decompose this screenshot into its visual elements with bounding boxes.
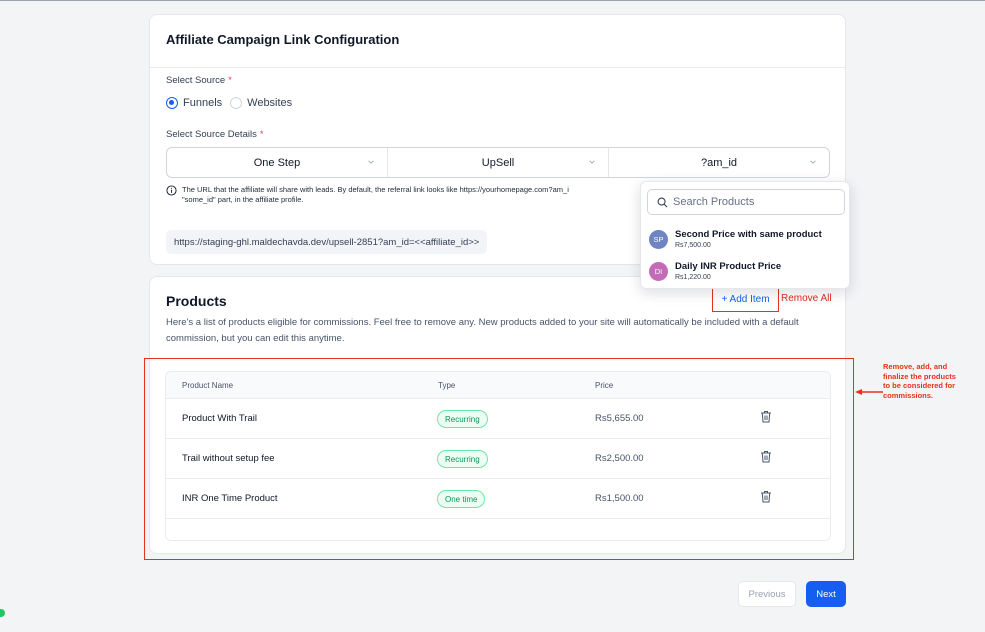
option-name: Daily INR Product Price (675, 261, 782, 272)
radio-funnels[interactable] (166, 97, 178, 109)
option-price: Rs1,220.00 (675, 274, 711, 281)
avatar: SP (649, 230, 668, 249)
source-details-label: Select Source Details * (166, 129, 264, 140)
products-description: Here's a list of products eligible for c… (166, 317, 799, 344)
status-indicator (0, 609, 5, 617)
source-details-selects: One Step UpSell ?am_id (166, 147, 830, 178)
radio-funnels-label[interactable]: Funnels (183, 97, 222, 109)
annotation-text: Remove, add, and finalize the products t… (883, 362, 956, 400)
funnel-select-value: One Step (253, 156, 301, 169)
arrow-left-icon (855, 389, 883, 395)
chevron-down-icon (810, 160, 816, 164)
option-price: Rs7,500.00 (675, 242, 711, 249)
products-title: Products (166, 293, 227, 309)
dropdown-option[interactable]: SP Second Price with same product Rs7,50… (649, 229, 822, 250)
source-radio-group: Funnels Websites (166, 97, 300, 109)
divider (150, 67, 845, 68)
radio-websites[interactable] (230, 97, 243, 109)
param-select-value: ?am_id (700, 156, 738, 169)
top-border (0, 0, 985, 1)
annotation-highlight-box (144, 358, 854, 560)
add-item-button[interactable]: + Add Item (712, 287, 779, 312)
search-products-input[interactable]: Search Products (647, 189, 845, 215)
info-icon (166, 185, 177, 196)
dropdown-option[interactable]: DI Daily INR Product Price Rs1,220.00 (649, 261, 781, 282)
chevron-down-icon (368, 160, 374, 164)
search-placeholder: Search Products (673, 196, 755, 208)
funnel-select[interactable]: One Step (167, 148, 388, 177)
info-text: The URL that the affiliate will share wi… (166, 185, 646, 205)
product-search-dropdown: Search Products SP Second Price with sam… (640, 181, 850, 289)
referral-url[interactable]: https://staging-ghl.maldechavda.dev/upse… (166, 230, 488, 254)
param-select[interactable]: ?am_id (609, 148, 829, 177)
search-icon (657, 197, 668, 207)
remove-all-button[interactable]: Remove All (781, 293, 832, 304)
option-name: Second Price with same product (675, 229, 822, 240)
avatar: DI (649, 262, 668, 281)
step-select-value: UpSell (481, 156, 515, 169)
select-source-label: Select Source * (166, 75, 232, 86)
next-button[interactable]: Next (806, 581, 846, 607)
config-title: Affiliate Campaign Link Configuration (166, 32, 400, 47)
info-line-1: The URL that the affiliate will share wi… (182, 185, 569, 194)
radio-websites-label[interactable]: Websites (247, 97, 292, 109)
info-line-2: "some_id" part, in the affiliate profile… (182, 195, 304, 204)
step-select[interactable]: UpSell (388, 148, 609, 177)
chevron-down-icon (589, 160, 595, 164)
previous-button[interactable]: Previous (738, 581, 796, 607)
